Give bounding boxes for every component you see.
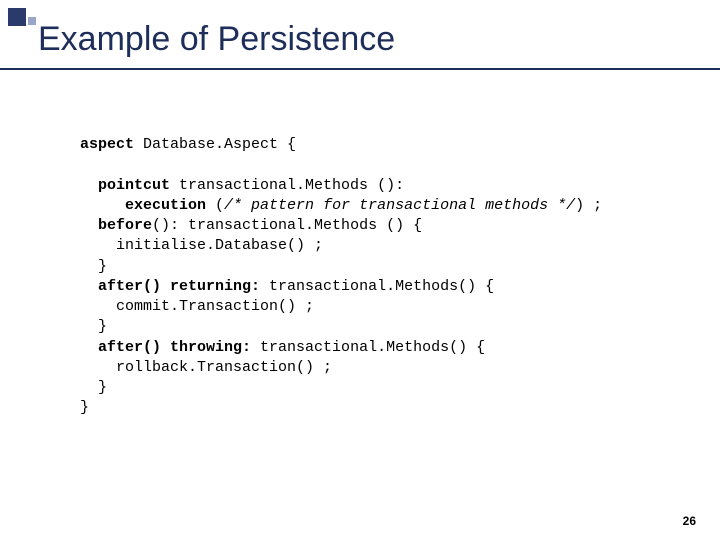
page-number: 26 — [683, 514, 696, 528]
keyword-before: before — [98, 217, 152, 234]
code-text: transactional.Methods() { — [251, 339, 485, 356]
code-block: aspect Database.Aspect { pointcut transa… — [80, 135, 640, 419]
code-text: initialise.Database() ; — [116, 237, 323, 254]
keyword-execution: execution — [125, 197, 206, 214]
code-text: ) ; — [575, 197, 602, 214]
keyword-after-returning: after() returning: — [98, 278, 260, 295]
title-underline — [0, 68, 720, 70]
code-text: Database.Aspect { — [134, 136, 296, 153]
keyword-after-throwing: after() throwing: — [98, 339, 251, 356]
code-text: } — [80, 399, 89, 416]
slide-title: Example of Persistence — [38, 20, 395, 59]
slide-bullet-decoration — [8, 8, 26, 26]
code-text: (): transactional.Methods () { — [152, 217, 422, 234]
code-text: ( — [206, 197, 224, 214]
code-text: transactional.Methods (): — [170, 177, 404, 194]
code-text: } — [98, 379, 107, 396]
code-text: } — [98, 258, 107, 275]
code-text: commit.Transaction() ; — [116, 298, 314, 315]
code-text: } — [98, 318, 107, 335]
code-text: transactional.Methods() { — [260, 278, 494, 295]
code-comment: /* pattern for transactional methods */ — [224, 197, 575, 214]
keyword-pointcut: pointcut — [98, 177, 170, 194]
keyword-aspect: aspect — [80, 136, 134, 153]
code-text: rollback.Transaction() ; — [116, 359, 332, 376]
